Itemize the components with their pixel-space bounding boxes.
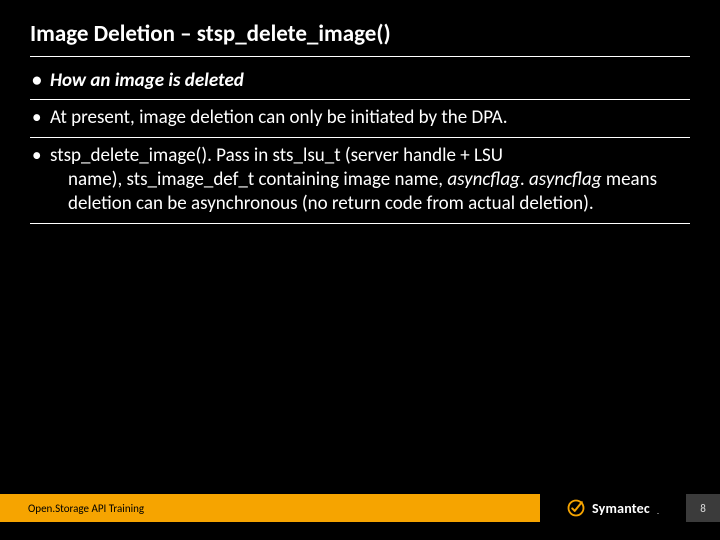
bullet-3-text-b: name), sts_image_def_t containing image … [68,168,447,191]
bullet-3-text-g: from actual deletion). [427,192,594,215]
page-number: 8 [700,502,706,515]
bullet-3-text-a: stsp_delete_image(). Pass in sts_lsu_t (… [50,144,503,167]
bullet-list: How an image is deleted At present, imag… [30,63,690,224]
content-area: Image Deletion – stsp_delete_image() How… [30,20,690,224]
logo-tm: . [657,507,659,517]
logo-text: Symantec [592,500,650,517]
bullet-2: At present, image deletion can only be i… [30,100,690,137]
bullet-3: stsp_delete_image(). Pass in sts_lsu_t (… [30,138,690,224]
footer: Open.Storage API Training Symantec. 8 [0,494,720,522]
slide: Image Deletion – stsp_delete_image() How… [0,0,720,540]
footer-label: Open.Storage API Training [0,502,144,515]
page-number-box: 8 [686,494,720,522]
bullet-1: How an image is deleted [30,63,690,100]
check-circle-icon [566,498,586,518]
logo: Symantec. [566,494,658,522]
footer-bar: Open.Storage API Training [0,494,540,522]
bullet-3-asyncflag-1: asyncflag [447,168,520,191]
bullet-2-text: At present, image deletion can only be i… [50,106,508,129]
slide-title: Image Deletion – stsp_delete_image() [30,20,690,57]
bullet-3-asyncflag-2: asyncflag [529,168,602,191]
bullet-1-text: How an image is deleted [50,69,244,92]
bullet-3-text-d: . [520,168,529,191]
